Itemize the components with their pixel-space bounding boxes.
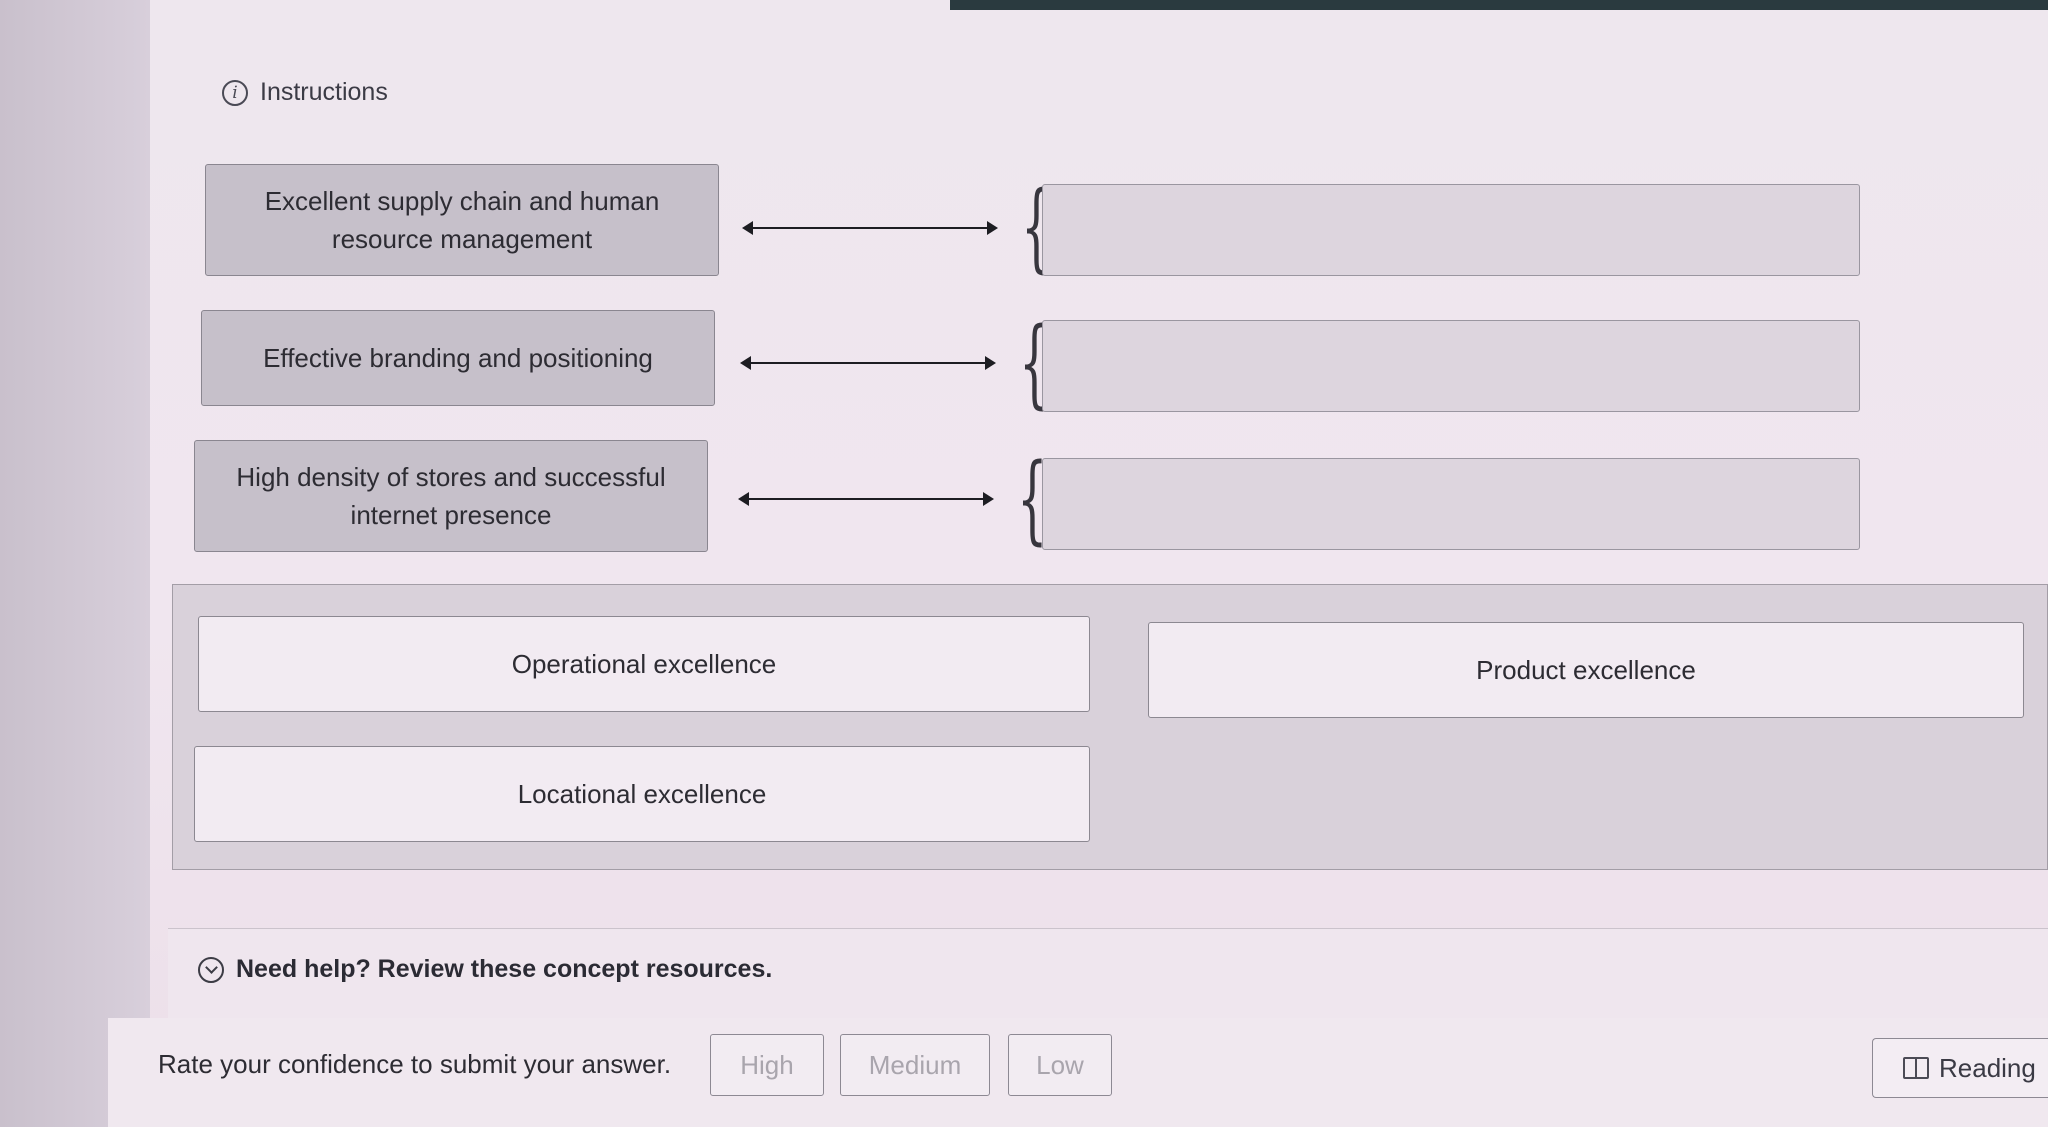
- help-text: Need help? Review these concept resource…: [236, 955, 773, 983]
- choice-label: Operational excellence: [511, 648, 777, 679]
- connector-arrow: [738, 492, 994, 506]
- info-icon: i: [222, 79, 248, 106]
- answer-dropzone[interactable]: [1042, 458, 1860, 550]
- confidence-high-button[interactable]: High: [710, 1034, 824, 1096]
- confidence-medium-button[interactable]: Medium: [840, 1034, 990, 1096]
- brace-icon: {: [1021, 179, 1052, 275]
- chevron-down-icon: [198, 956, 224, 983]
- prompt-item: Effective branding and positioning: [201, 310, 715, 406]
- reading-label: Reading: [1939, 1052, 2036, 1083]
- prompt-text: High density of stores and successful in…: [236, 462, 666, 530]
- reading-button[interactable]: Reading: [1872, 1038, 2048, 1098]
- help-toggle[interactable]: Need help? Review these concept resource…: [198, 955, 772, 984]
- left-margin: [0, 0, 150, 1127]
- connector-arrow: [740, 356, 996, 370]
- instructions-toggle[interactable]: i Instructions: [222, 78, 388, 107]
- brace-icon: {: [1017, 451, 1048, 547]
- instructions-label: Instructions: [260, 78, 388, 106]
- choice-product-excellence[interactable]: Product excellence: [1148, 622, 2024, 718]
- answer-dropzone[interactable]: [1042, 320, 1860, 412]
- prompt-text: Excellent supply chain and human resourc…: [264, 186, 660, 254]
- confidence-prompt: Rate your confidence to submit your answ…: [158, 1049, 672, 1079]
- prompt-item: Excellent supply chain and human resourc…: [205, 164, 719, 276]
- choice-label: Product excellence: [1476, 654, 1696, 685]
- choice-locational-excellence[interactable]: Locational excellence: [194, 746, 1090, 842]
- prompt-text: Effective branding and positioning: [263, 343, 653, 373]
- top-bar: [950, 0, 2048, 10]
- confidence-low-button[interactable]: Low: [1008, 1034, 1112, 1096]
- connector-arrow: [742, 221, 998, 235]
- prompt-item: High density of stores and successful in…: [194, 440, 708, 552]
- choice-operational-excellence[interactable]: Operational excellence: [198, 616, 1090, 712]
- brace-icon: {: [1019, 315, 1050, 411]
- answer-dropzone[interactable]: [1042, 184, 1860, 276]
- choice-label: Locational excellence: [517, 778, 767, 809]
- book-icon: [1903, 1057, 1929, 1079]
